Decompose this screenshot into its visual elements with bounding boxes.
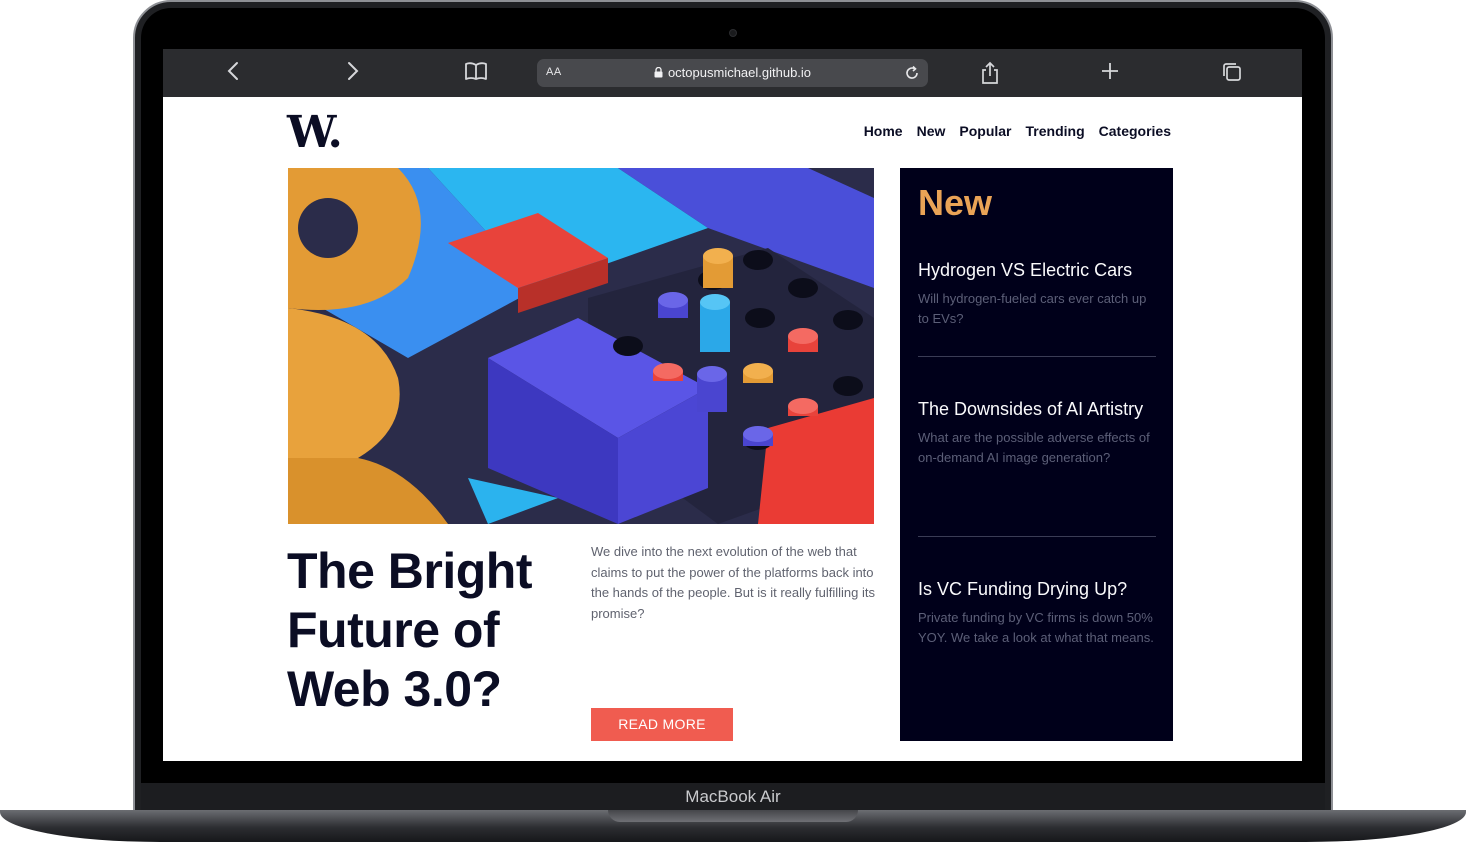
sidebar-item[interactable]: Is VC Funding Drying Up? Private funding… (918, 579, 1156, 648)
sidebar-item-title[interactable]: Is VC Funding Drying Up? (918, 579, 1156, 600)
new-sidebar: New Hydrogen VS Electric Cars Will hydro… (900, 168, 1173, 741)
browser-toolbar: AA octopusmichael.github.io (163, 49, 1302, 97)
forward-icon[interactable] (339, 61, 367, 85)
camera (729, 29, 737, 37)
back-icon[interactable] (219, 61, 247, 85)
nav-popular[interactable]: Popular (959, 123, 1011, 139)
nav-home[interactable]: Home (864, 123, 903, 139)
laptop-notch (608, 810, 858, 822)
sidebar-item-title[interactable]: The Downsides of AI Artistry (918, 399, 1156, 420)
url-text: octopusmichael.github.io (667, 65, 812, 80)
sidebar-item-desc: Private funding by VC firms is down 50% … (918, 610, 1154, 645)
nav-new[interactable]: New (917, 123, 946, 139)
web-page: W. Home New Popular Trending Categories (163, 97, 1302, 761)
nav-trending[interactable]: Trending (1026, 123, 1085, 139)
new-tab-icon[interactable] (1096, 61, 1124, 85)
main-nav: Home New Popular Trending Categories (864, 123, 1171, 139)
lock-icon (654, 66, 663, 81)
sidebar-item-desc: Will hydrogen-fueled cars ever catch up … (918, 291, 1147, 326)
site-logo[interactable]: W. (287, 107, 343, 158)
reload-icon[interactable] (902, 63, 922, 83)
sidebar-item[interactable]: Hydrogen VS Electric Cars Will hydrogen-… (918, 260, 1156, 329)
laptop-chin: MacBook Air (141, 783, 1325, 810)
bookmarks-icon[interactable] (462, 61, 490, 85)
address-bar[interactable]: AA octopusmichael.github.io (537, 59, 928, 87)
share-icon[interactable] (976, 61, 1004, 85)
article-excerpt: We dive into the next evolution of the w… (591, 544, 875, 621)
article-title: The Bright Future of Web 3.0? (287, 543, 532, 717)
sidebar-item-desc: What are the possible adverse effects of… (918, 430, 1150, 465)
device-label: MacBook Air (685, 787, 781, 806)
sidebar-item-title[interactable]: Hydrogen VS Electric Cars (918, 260, 1156, 281)
divider (918, 356, 1156, 357)
read-more-button[interactable]: READ MORE (591, 708, 733, 741)
browser-screen: AA octopusmichael.github.io W. Home New … (163, 49, 1302, 761)
sidebar-title: New (918, 182, 993, 223)
nav-categories[interactable]: Categories (1099, 123, 1171, 139)
hero-image (288, 168, 874, 524)
tabs-icon[interactable] (1218, 61, 1246, 85)
divider (918, 536, 1156, 537)
sidebar-item[interactable]: The Downsides of AI Artistry What are th… (918, 399, 1156, 468)
